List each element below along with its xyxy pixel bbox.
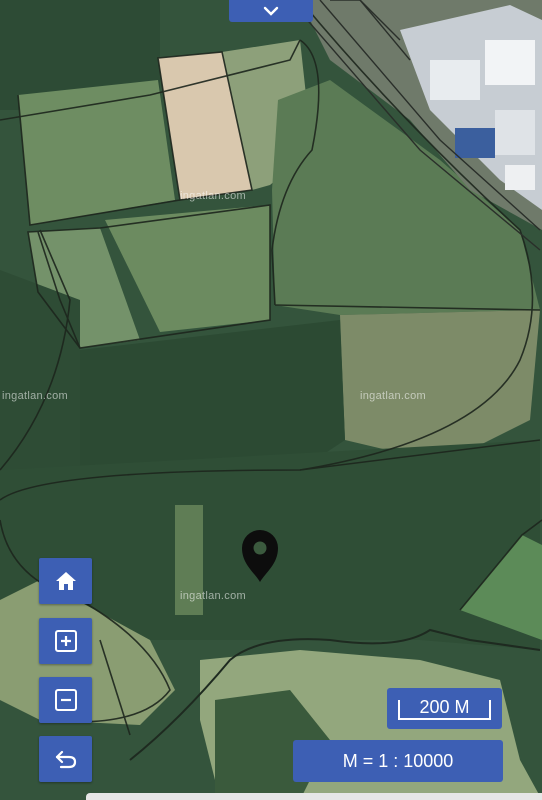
minus-square-icon: [54, 689, 77, 711]
undo-arrow-icon: [55, 750, 76, 769]
field-parcel: [18, 80, 175, 225]
zoom-out-button[interactable]: [39, 677, 92, 723]
scale-ratio-label: M = 1 : 10000: [342, 750, 454, 771]
back-button[interactable]: [39, 736, 92, 782]
home-icon: [55, 572, 76, 590]
watermark: ingatlan.com: [180, 190, 246, 202]
plus-square-icon: [54, 630, 77, 652]
scale-bar: 200 M: [387, 688, 502, 729]
zoom-in-button[interactable]: [39, 618, 92, 664]
scale-ratio-badge: M = 1 : 10000: [293, 740, 503, 782]
collapse-toggle-button[interactable]: [229, 0, 313, 22]
watermark: ingatlan.com: [2, 390, 68, 402]
scale-bar-label: 200 M: [419, 697, 470, 717]
chevron-down-icon: [263, 6, 279, 16]
bottom-sheet-edge[interactable]: [86, 793, 542, 800]
watermark: ingatlan.com: [360, 390, 426, 402]
home-button[interactable]: [39, 558, 92, 604]
watermark: ingatlan.com: [180, 590, 246, 602]
